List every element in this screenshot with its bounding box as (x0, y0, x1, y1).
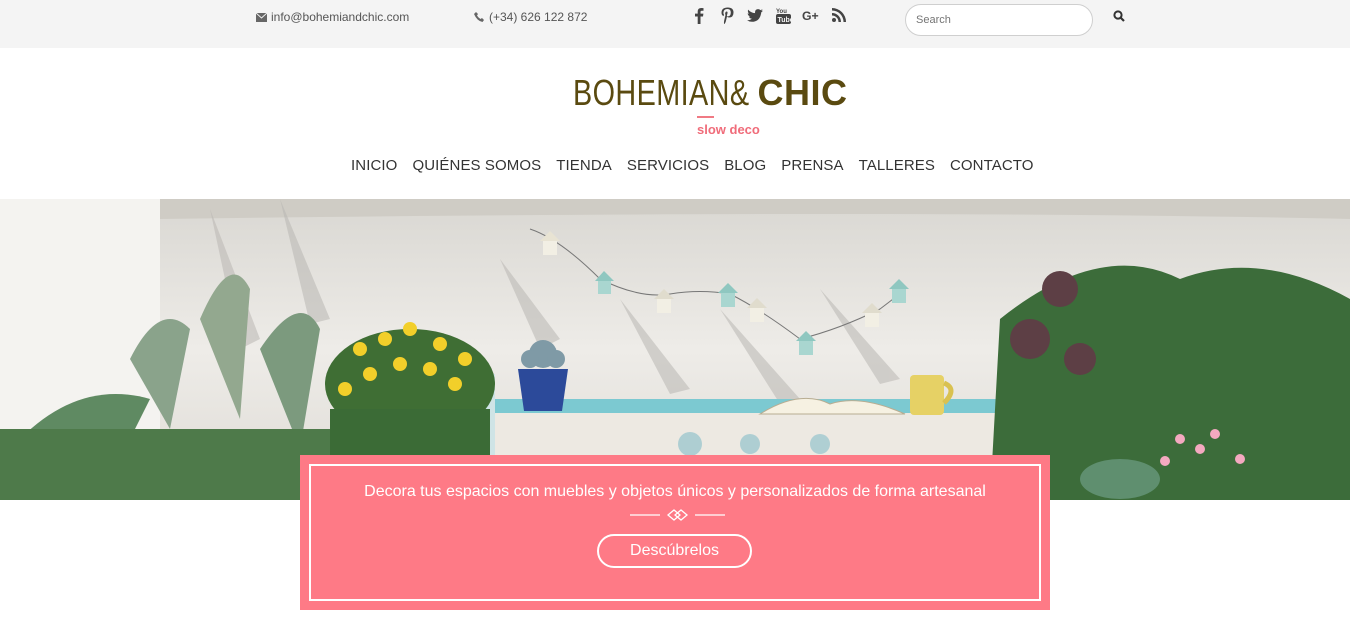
search-button[interactable] (1111, 10, 1127, 26)
search-input[interactable] (906, 5, 1092, 35)
main-nav: INICIO QUIÉNES SOMOS TIENDA SERVICIOS BLOG PR… (351, 157, 1034, 174)
search-icon (1113, 9, 1125, 27)
rss-icon[interactable] (830, 6, 848, 24)
banner-text: Decora tus espacios con muebles y objeto… (364, 483, 986, 500)
phone-text: (+34) 626 122 872 (489, 10, 588, 24)
search-box (905, 4, 1093, 36)
top-bar: info@bohemiandchic.com (+34) 626 122 872… (0, 0, 1350, 48)
phone-contact[interactable]: (+34) 626 122 872 (473, 10, 587, 24)
social-links: YouTube G+ (690, 6, 848, 24)
logo-brand-part1: BOHEMIAN& (573, 72, 750, 113)
nav-link-servicios[interactable]: SERVICIOS (627, 157, 709, 174)
discover-button[interactable]: Descúbrelos (597, 534, 752, 568)
logo-tagline: slow deco (697, 122, 760, 137)
pinterest-icon[interactable] (718, 6, 736, 24)
logo-divider (697, 116, 714, 118)
phone-icon (473, 11, 485, 23)
ornament-divider-icon (630, 509, 725, 521)
email-text: info@bohemiandchic.com (271, 10, 410, 24)
svg-text:G+: G+ (802, 9, 819, 23)
nav-link-talleres[interactable]: TALLERES (859, 157, 935, 174)
nav-link-quiénes-somos[interactable]: QUIÉNES SOMOS (412, 157, 541, 174)
nav-link-inicio[interactable]: INICIO (351, 157, 397, 174)
nav-link-contacto[interactable]: CONTACTO (950, 157, 1034, 174)
email-contact[interactable]: info@bohemiandchic.com (255, 10, 409, 24)
promo-banner: Decora tus espacios con muebles y objeto… (300, 455, 1050, 610)
facebook-icon[interactable] (690, 6, 708, 24)
nav-link-prensa[interactable]: PRENSA (781, 157, 843, 174)
twitter-icon[interactable] (746, 6, 764, 24)
logo-wordmark: BOHEMIAN& CHIC (573, 72, 848, 114)
nav-link-tienda[interactable]: TIENDA (556, 157, 612, 174)
nav-link-blog[interactable]: BLOG (724, 157, 766, 174)
svg-text:Tube: Tube (777, 17, 791, 24)
envelope-icon (255, 11, 267, 23)
youtube-icon[interactable]: YouTube (774, 6, 792, 24)
google-plus-icon[interactable]: G+ (802, 6, 820, 24)
logo-brand-part2: CHIC (757, 72, 848, 113)
site-logo[interactable]: BOHEMIAN& CHIC (573, 72, 848, 114)
